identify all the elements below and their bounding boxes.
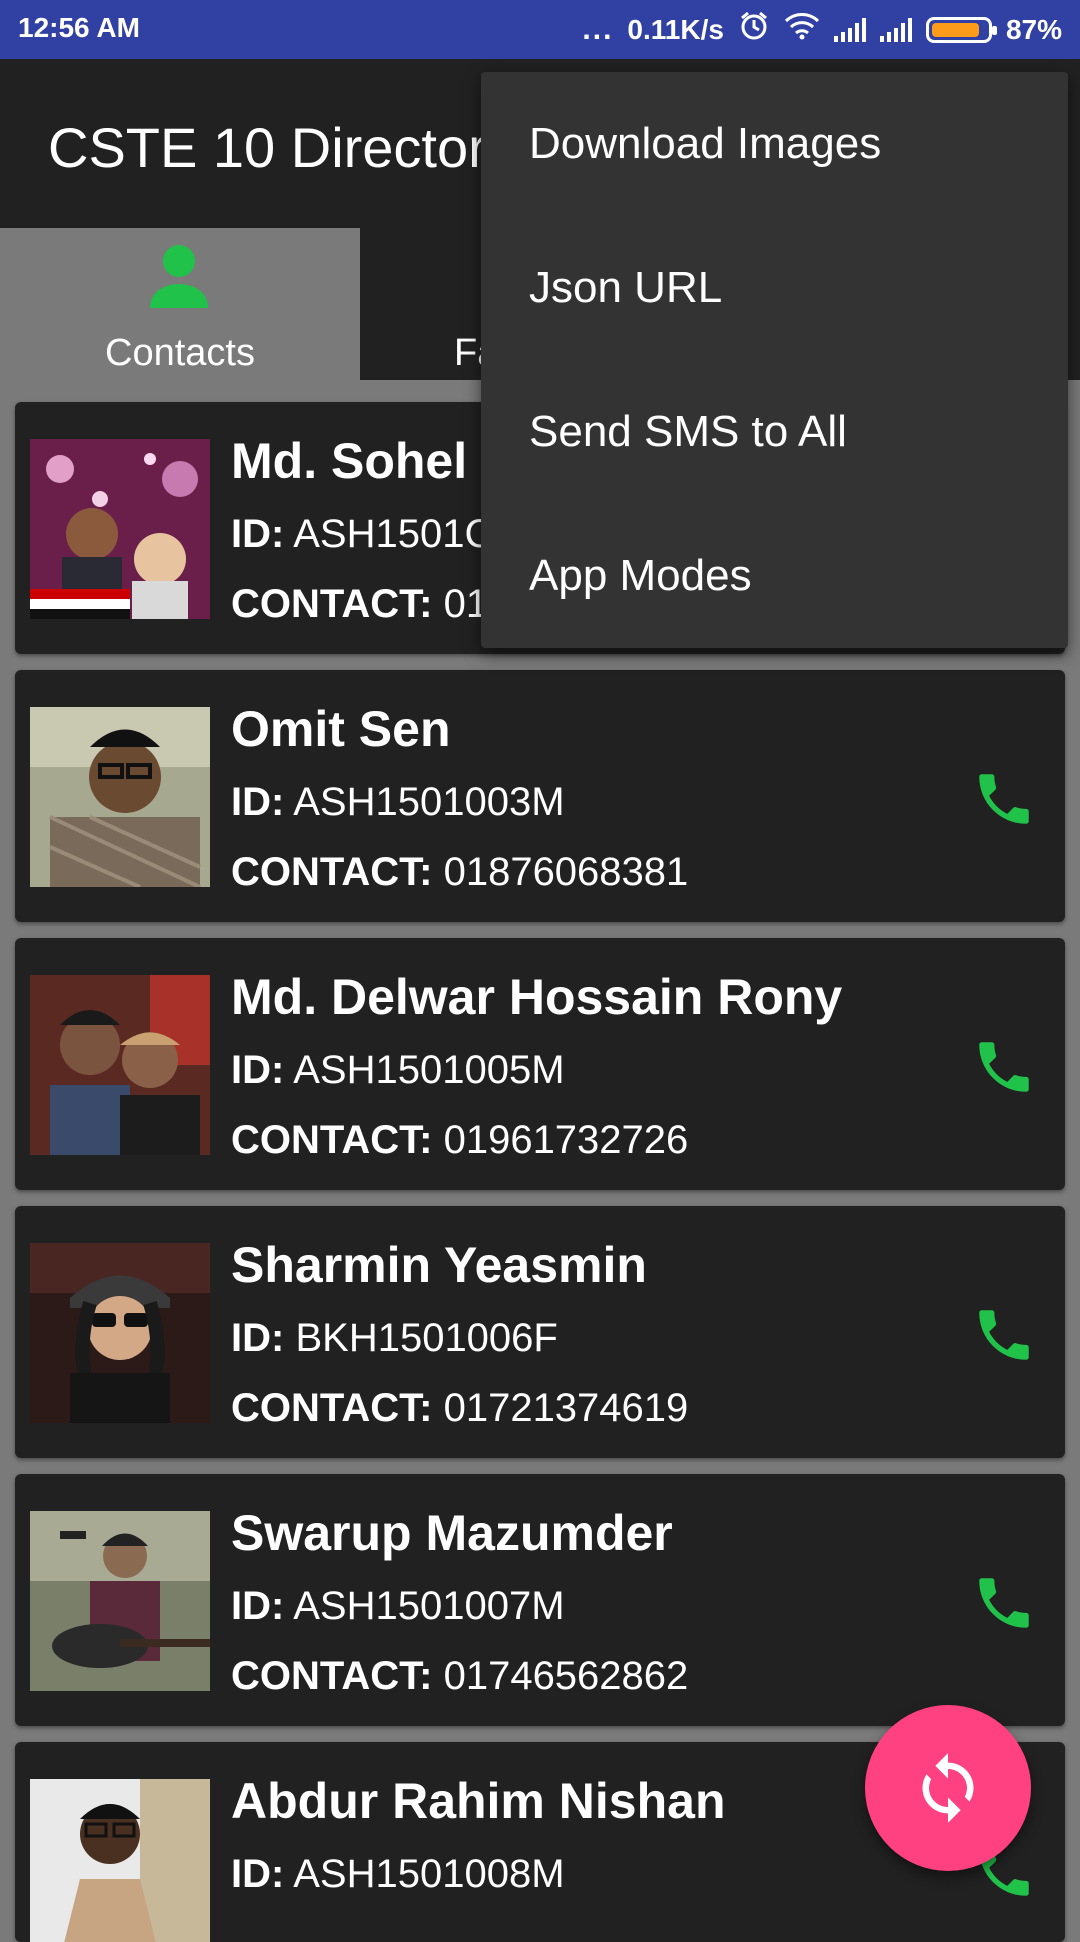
contact-photo [30, 707, 210, 887]
signal-icon [833, 17, 866, 42]
contact-value: 01721374619 [443, 1386, 689, 1430]
refresh-icon [922, 1753, 974, 1823]
contact-id: ID: ASH1501008M [231, 1852, 565, 1897]
id-label: ID: [231, 1316, 285, 1360]
contact-photo [30, 1779, 210, 1942]
id-label: ID: [231, 780, 285, 824]
menu-item-send-sms[interactable]: Send SMS to All [529, 407, 847, 457]
contact-number: CONTACT: 01961732726 [231, 1118, 688, 1163]
contact-photo [30, 975, 210, 1155]
contact-label: CONTACT: [231, 1654, 433, 1698]
overflow-menu: Download Images Json URL Send SMS to All… [481, 72, 1068, 648]
id-label: ID: [231, 1584, 285, 1628]
menu-item-download-images[interactable]: Download Images [529, 119, 881, 169]
menu-item-json-url[interactable]: Json URL [529, 263, 722, 313]
contact-value: 01961732726 [443, 1118, 689, 1162]
contact-label: CONTACT: [231, 850, 433, 894]
contact-card[interactable]: Md. Delwar Hossain Rony ID: ASH1501005M … [15, 938, 1065, 1190]
contact-id: ID: ASH1501003M [231, 780, 565, 825]
phone-call-icon[interactable] [971, 1570, 1037, 1636]
contact-label: CONTACT: [231, 1118, 433, 1162]
contact-name: Sharmin Yeasmin [231, 1237, 647, 1293]
contact-id: ID: ASH1501007M [231, 1584, 565, 1629]
id-label: ID: [231, 512, 285, 556]
contact-name: Omit Sen [231, 701, 451, 757]
id-value: ASH1501007M [293, 1584, 565, 1628]
contact-id: ID: ASH1501C [231, 512, 493, 557]
contact-id: ID: ASH1501005M [231, 1048, 565, 1093]
battery-fill [931, 22, 979, 37]
id-label: ID: [231, 1852, 285, 1896]
contact-value: 01746562862 [443, 1654, 689, 1698]
phone-call-icon[interactable] [971, 1034, 1037, 1100]
notification-dots: ... [582, 12, 614, 46]
contact-name: Md. Sohel [231, 433, 468, 489]
contact-label: CONTACT: [231, 1386, 433, 1430]
contact-name: Swarup Mazumder [231, 1505, 673, 1561]
contact-photo [30, 1511, 210, 1691]
status-time: 12:56 AM [18, 12, 140, 43]
contact-number: CONTACT: 01721374619 [231, 1386, 688, 1431]
contact-number: CONTACT: 01 [231, 582, 488, 627]
signal-icon [879, 17, 912, 42]
id-value: ASH1501003M [293, 780, 565, 824]
contact-label: CONTACT: [231, 582, 433, 626]
contact-value: 01876068381 [443, 850, 689, 894]
id-value: ASH1501005M [293, 1048, 565, 1092]
menu-item-app-modes[interactable]: App Modes [529, 551, 752, 601]
wifi-icon [784, 12, 820, 47]
status-bar: 12:56 AM ... 0.11K/s 87% [0, 0, 1080, 59]
contact-photo [30, 1243, 210, 1423]
network-speed: 0.11K/s [627, 13, 724, 45]
contact-number: CONTACT: 01746562862 [231, 1654, 688, 1699]
id-value: ASH1501C [293, 512, 494, 556]
status-icons: ... 0.11K/s 87% [582, 10, 1062, 49]
id-value: ASH1501008M [293, 1852, 565, 1896]
contact-name: Abdur Rahim Nishan [231, 1773, 726, 1829]
contact-photo [30, 439, 210, 619]
battery-icon [925, 16, 997, 43]
phone-call-icon[interactable] [971, 1302, 1037, 1368]
battery-percent: 87% [1005, 13, 1062, 45]
phone-call-icon[interactable] [971, 766, 1037, 832]
tab-contacts-label: Contacts [105, 332, 255, 374]
contact-name: Md. Delwar Hossain Rony [231, 969, 843, 1025]
refresh-button[interactable] [865, 1705, 1031, 1871]
contact-card[interactable]: Swarup Mazumder ID: ASH1501007M CONTACT:… [15, 1474, 1065, 1726]
person-icon [150, 245, 208, 308]
contact-card[interactable]: Omit Sen ID: ASH1501003M CONTACT: 018760… [15, 670, 1065, 922]
contact-number: CONTACT: 01876068381 [231, 850, 688, 895]
alarm-icon [738, 10, 770, 49]
contact-id: ID: BKH1501006F [231, 1316, 558, 1361]
id-label: ID: [231, 1048, 285, 1092]
contact-card[interactable]: Sharmin Yeasmin ID: BKH1501006F CONTACT:… [15, 1206, 1065, 1458]
tab-contacts[interactable]: Contacts [0, 228, 360, 380]
id-value: BKH1501006F [295, 1316, 558, 1360]
app-title: CSTE 10 Directory [48, 116, 515, 179]
